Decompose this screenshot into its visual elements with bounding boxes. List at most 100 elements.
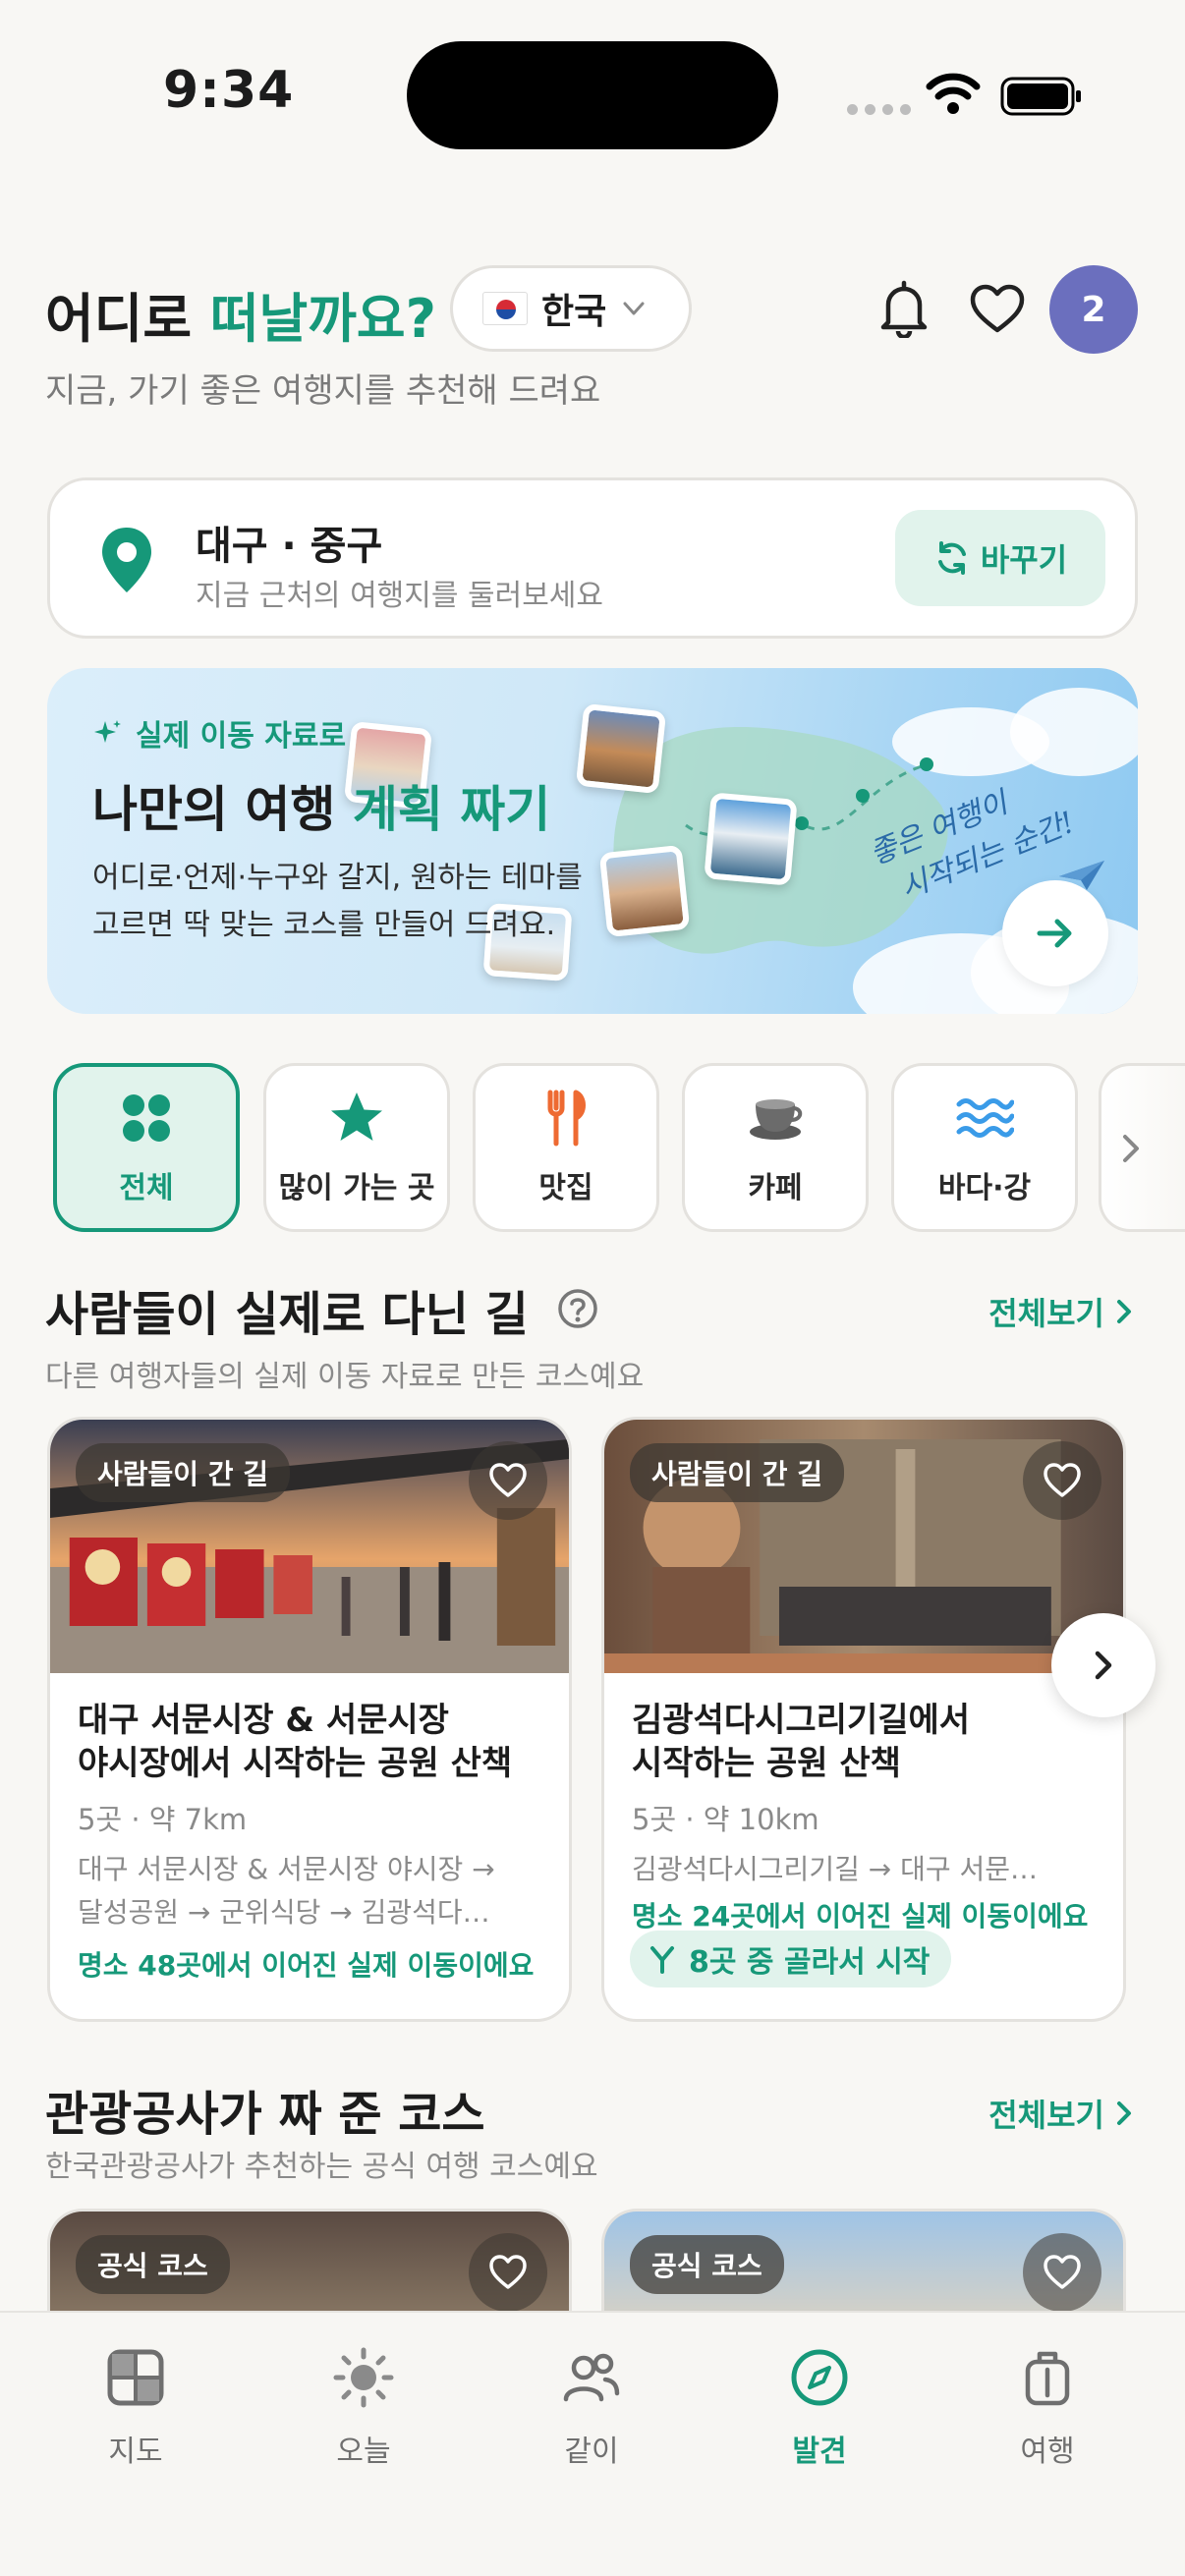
tab-label: 지도 [108, 2435, 163, 2469]
map-grid-icon [107, 2349, 164, 2406]
change-location-button[interactable]: 바꾸기 [895, 510, 1105, 606]
banner-kicker-label: 실제 이동 자료로 [136, 719, 347, 754]
route-card-tag: 사람들이 간 길 [76, 1443, 291, 1502]
route-card[interactable]: 사람들이 간 길 대구 서문시장 & 서문시장 야시장에서 시작하는 공원 산책… [47, 1417, 572, 2022]
route-card-note: 명소 48곳에서 이어진 실제 이동이에요 [78, 1949, 535, 1982]
star-icon [331, 1092, 382, 1141]
heart-icon [489, 1463, 527, 1497]
coffee-cup-icon [750, 1099, 803, 1140]
sun-icon [333, 2347, 394, 2408]
category-cafe[interactable]: 카페 [682, 1063, 869, 1232]
page-title: 어디로 떠날까요? [45, 275, 436, 353]
section-title-routes: 사람들이 실제로 다닌 길 [45, 1287, 529, 1342]
route-card-title: 김광석다시그리기길에서 시작하는 공원 산책 [632, 1699, 1103, 1785]
favorite-button[interactable] [1023, 2233, 1101, 2312]
change-label: 바꾸기 [980, 541, 1068, 579]
banner-description: 어디로·언제·누구와 갈지, 원하는 테마를 고르면 딱 맞는 코스를 만들어 … [92, 855, 623, 949]
banner-kicker: 실제 이동 자료로 [92, 711, 346, 755]
see-all-routes[interactable]: 전체보기 [988, 1289, 1138, 1334]
chip-label: 8곳 중 골라서 시작 [689, 1945, 931, 1980]
heart-icon [1044, 2255, 1081, 2289]
category-more-button[interactable] [1099, 1063, 1185, 1232]
category-label: 바다·강 [937, 1171, 1032, 1205]
route-card-meta: 5곳 · 약 10km [632, 1803, 819, 1836]
route-card-tag: 사람들이 간 길 [630, 1443, 845, 1502]
category-popular[interactable]: 많이 가는 곳 [263, 1063, 450, 1232]
grid-icon [123, 1094, 170, 1142]
category-restaurants[interactable]: 맛집 [473, 1063, 659, 1232]
tab-today[interactable]: 오늘 [265, 2346, 462, 2470]
people-icon [563, 2353, 620, 2402]
tab-discover[interactable]: 발견 [721, 2346, 918, 2470]
route-line: 대구 서문시장 & 서문시장 야시장 → [78, 1853, 495, 1885]
photo-mountain [704, 792, 798, 886]
chevron-right-icon [1123, 1135, 1139, 1162]
banner-arrow-button[interactable] [1002, 880, 1108, 986]
waves-icon [956, 1098, 1014, 1138]
heart-icon [1044, 1463, 1081, 1497]
banner-desc-line: 고르면 딱 맞는 코스를 만들어 드려요. [92, 908, 556, 942]
dynamic-island [407, 41, 778, 149]
tab-together[interactable]: 같이 [493, 2346, 690, 2470]
avatar[interactable]: 2 [1049, 265, 1138, 354]
tab-label: 오늘 [336, 2435, 391, 2469]
chevron-right-icon [1095, 1651, 1112, 1680]
tab-bar: 지도 오늘 같이 발견 여행 [0, 2311, 1185, 2576]
favorite-button[interactable] [469, 1441, 547, 1520]
photo-alley [575, 702, 667, 795]
category-all[interactable]: 전체 [53, 1063, 240, 1232]
title-line: 시작하는 공원 산책 [632, 1744, 901, 1783]
help-icon[interactable] [556, 1287, 599, 1330]
signal-icon [847, 104, 911, 115]
cloud [1010, 688, 1138, 776]
route-card-path: 김광석다시그리기길 → 대구 서문… [632, 1848, 1094, 1891]
tab-label: 발견 [792, 2435, 847, 2469]
title-line: 야시장에서 시작하는 공원 산책 [78, 1744, 513, 1783]
banner-title-accent: 계획 짜기 [352, 781, 551, 838]
favorite-button[interactable] [1023, 1441, 1101, 1520]
country-selector[interactable]: 한국 [450, 265, 692, 352]
course-tag: 공식 코스 [630, 2235, 784, 2294]
carousel-next-button[interactable] [1051, 1613, 1156, 1717]
status-time: 9:34 [163, 61, 295, 120]
luggage-icon [1025, 2351, 1070, 2406]
tab-trip[interactable]: 여행 [949, 2346, 1146, 2470]
route-card-path: 대구 서문시장 & 서문시장 야시장 → 달성공원 → 군위식당 → 김광석다… [78, 1848, 539, 1934]
banner-title: 나만의 여행 계획 짜기 [92, 770, 550, 841]
title-line: 대구 서문시장 & 서문시장 [78, 1701, 449, 1740]
choose-start-chip[interactable]: 8곳 중 골라서 시작 [630, 1931, 952, 1988]
location-card[interactable]: 대구 · 중구 지금 근처의 여행지를 둘러보세요 바꾸기 [47, 477, 1138, 639]
sparkle-icon [94, 720, 121, 743]
route-card[interactable]: 사람들이 간 길 김광석다시그리기길에서 시작하는 공원 산책 5곳 · 약 1… [601, 1417, 1126, 2022]
heart-icon [489, 2255, 527, 2289]
page-subtitle: 지금, 가기 좋은 여행지를 추천해 드려요 [45, 371, 601, 411]
route-line: 달성공원 → 군위식당 → 김광석다… [78, 1896, 490, 1929]
section-subtitle-official: 한국관광공사가 추천하는 공식 여행 코스예요 [45, 2150, 598, 2184]
section-subtitle-routes: 다른 여행자들의 실제 이동 자료로 만든 코스예요 [45, 1360, 645, 1394]
category-label: 많이 가는 곳 [278, 1171, 435, 1205]
tab-map[interactable]: 지도 [37, 2346, 234, 2470]
course-tag: 공식 코스 [76, 2235, 230, 2294]
banner-desc-line: 어디로·언제·누구와 갈지, 원하는 테마를 [92, 861, 583, 895]
korea-flag-icon [482, 292, 528, 325]
bell-icon[interactable] [876, 279, 931, 338]
wifi-icon [926, 73, 981, 114]
chevron-down-icon [623, 302, 645, 315]
category-sea-river[interactable]: 바다·강 [891, 1063, 1078, 1232]
location-title: 대구 · 중구 [196, 524, 383, 569]
refresh-icon [937, 541, 966, 575]
section-title-official: 관광공사가 짜 준 코스 [45, 2087, 485, 2142]
heart-icon[interactable] [969, 283, 1026, 336]
trip-planner-banner[interactable]: 실제 이동 자료로 나만의 여행 계획 짜기 어디로·언제·누구와 갈지, 원하… [47, 668, 1138, 1014]
chevron-right-icon [1117, 2101, 1131, 2125]
arrow-right-icon [1037, 919, 1072, 948]
route-card-note: 명소 24곳에서 이어진 실제 이동이에요 [632, 1900, 1089, 1932]
favorite-button[interactable] [469, 2233, 547, 2312]
category-label: 전체 [119, 1171, 174, 1205]
see-all-official[interactable]: 전체보기 [988, 2091, 1138, 2136]
greeting-prefix: 어디로 [45, 288, 193, 350]
route-card-title: 대구 서문시장 & 서문시장 야시장에서 시작하는 공원 산책 [78, 1699, 549, 1785]
route-line: 김광석다시그리기길 → 대구 서문… [632, 1853, 1039, 1885]
tab-label: 여행 [1020, 2435, 1075, 2469]
chevron-right-icon [1117, 1300, 1131, 1323]
